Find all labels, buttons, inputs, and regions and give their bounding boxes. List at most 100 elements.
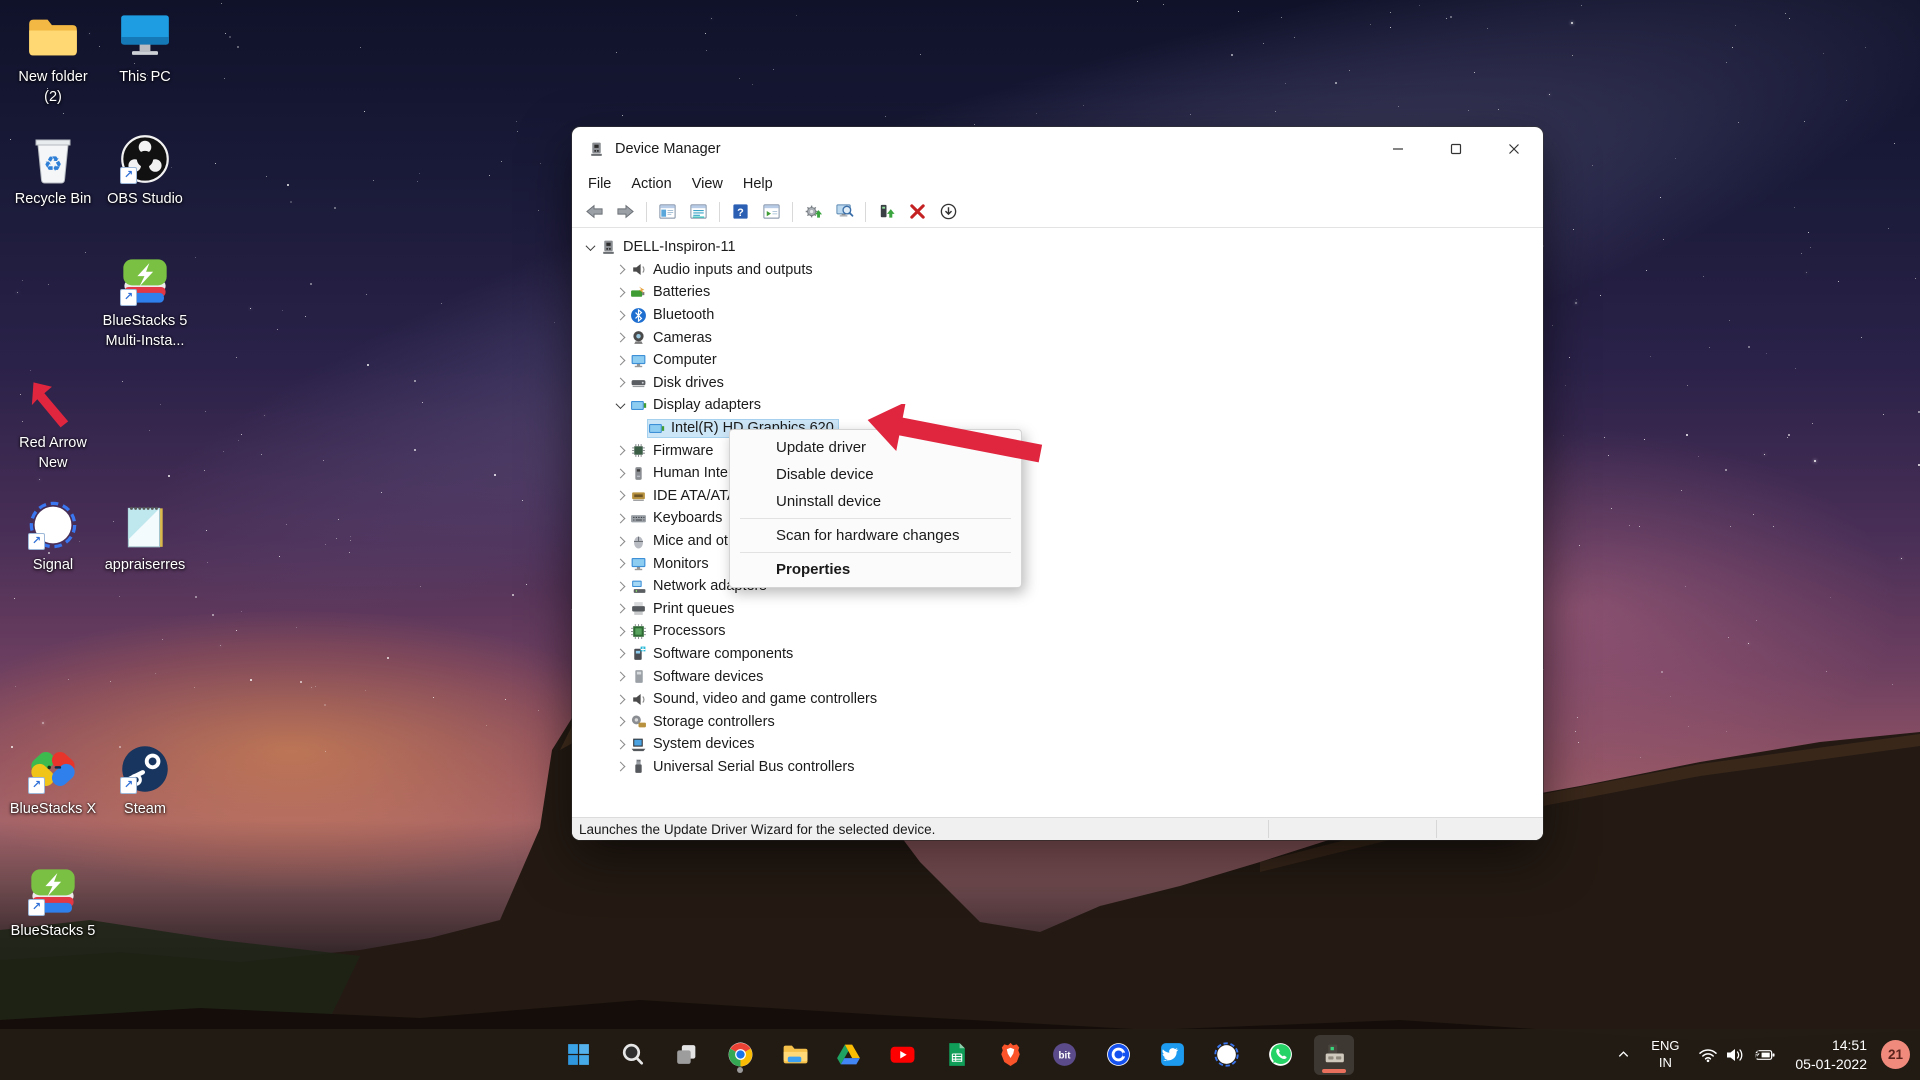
taskbar-file-explorer-button[interactable] — [774, 1035, 814, 1075]
context-menu-disable-device[interactable]: Disable device — [730, 461, 1021, 488]
taskbar-chrome-button[interactable] — [720, 1035, 760, 1075]
chevron-collapsed-icon[interactable] — [610, 510, 630, 526]
desktop-icon-obs-studio[interactable]: ↗ OBS Studio — [100, 132, 190, 209]
chevron-collapsed-icon[interactable] — [610, 262, 630, 278]
chevron-collapsed-icon[interactable] — [610, 284, 630, 300]
tree-item[interactable]: Network adapters — [572, 575, 1543, 598]
desktop-icon-bluestacks-5[interactable]: ↗ BlueStacks 5 — [8, 864, 98, 941]
desktop-icon-this-pc[interactable]: This PC — [100, 10, 190, 87]
desktop-icon-signal[interactable]: ↗ Signal — [8, 498, 98, 575]
close-button[interactable] — [1485, 129, 1543, 169]
tree-item[interactable]: Storage controllers — [572, 710, 1543, 733]
tree-item[interactable]: Bluetooth — [572, 304, 1543, 327]
tree-item[interactable]: Keyboards — [572, 507, 1543, 530]
tree-item[interactable]: Monitors — [572, 552, 1543, 575]
clock[interactable]: 14:51 05-01-2022 — [1795, 1036, 1867, 1072]
chevron-expanded-icon[interactable] — [610, 397, 630, 413]
tree-item[interactable]: Sound, video and game controllers — [572, 688, 1543, 711]
desktop-icon-new-folder-2[interactable]: New folder (2) — [8, 10, 98, 108]
taskbar-twitter-button[interactable] — [1152, 1035, 1192, 1075]
toolbar-device-update-button[interactable] — [872, 199, 901, 224]
context-menu-update-driver[interactable]: Update driver — [730, 434, 1021, 461]
toolbar-back-button[interactable] — [580, 199, 609, 224]
tree-item[interactable]: Software devices — [572, 665, 1543, 688]
tree-item[interactable]: Print queues — [572, 598, 1543, 621]
taskbar-signal-button[interactable] — [1206, 1035, 1246, 1075]
desktop-icon-appraiserres[interactable]: appraiserres — [100, 498, 190, 575]
taskbar-coinbase-button[interactable] — [1098, 1035, 1138, 1075]
taskbar-start-button[interactable] — [558, 1035, 598, 1075]
chevron-collapsed-icon[interactable] — [610, 691, 630, 707]
tree-item[interactable]: Human Interface Devices — [572, 462, 1543, 485]
toolbar-console-panel-button[interactable] — [653, 199, 682, 224]
menu-help[interactable]: Help — [733, 176, 783, 192]
toolbar-disable-device-button[interactable] — [934, 199, 963, 224]
tree-item[interactable]: Computer — [572, 349, 1543, 372]
tree-item[interactable]: DELL-Inspiron-11 — [572, 236, 1543, 259]
chevron-collapsed-icon[interactable] — [610, 669, 630, 685]
chevron-collapsed-icon[interactable] — [610, 352, 630, 368]
desktop-icon-recycle-bin[interactable]: ♻ Recycle Bin — [8, 132, 98, 209]
taskbar-device-manager-button[interactable] — [1314, 1034, 1355, 1075]
notification-badge[interactable]: 21 — [1881, 1040, 1910, 1069]
toolbar-show-window-button[interactable] — [757, 199, 786, 224]
maximize-button[interactable] — [1427, 129, 1485, 169]
taskbar-google-drive-button[interactable] — [828, 1035, 868, 1075]
desktop-icon-bluestacks5-multi[interactable]: ↗ BlueStacks 5 Multi-Insta... — [100, 254, 190, 352]
tray-status-icons[interactable] — [1692, 1046, 1781, 1063]
tree-item[interactable]: Intel(R) HD Graphics 620 — [572, 417, 1543, 440]
tray-chevron-up-icon[interactable] — [1608, 1035, 1638, 1075]
tree-item[interactable]: Batteries — [572, 281, 1543, 304]
toolbar-forward-button[interactable] — [611, 199, 640, 224]
chevron-collapsed-icon[interactable] — [610, 601, 630, 617]
toolbar-scan-hardware-button[interactable] — [830, 199, 859, 224]
chevron-collapsed-icon[interactable] — [610, 533, 630, 549]
tree-item[interactable]: Universal Serial Bus controllers — [572, 756, 1543, 779]
chevron-collapsed-icon[interactable] — [610, 623, 630, 639]
tree-item[interactable]: Disk drives — [572, 372, 1543, 395]
chevron-collapsed-icon[interactable] — [610, 488, 630, 504]
chevron-collapsed-icon[interactable] — [610, 443, 630, 459]
tree-item[interactable]: Software components — [572, 643, 1543, 666]
tree-item[interactable]: Display adapters — [572, 394, 1543, 417]
taskbar-task-view-button[interactable] — [666, 1035, 706, 1075]
menu-view[interactable]: View — [682, 176, 733, 192]
chevron-collapsed-icon[interactable] — [610, 646, 630, 662]
chevron-collapsed-icon[interactable] — [610, 759, 630, 775]
menu-file[interactable]: File — [578, 176, 621, 192]
tree-item[interactable]: Cameras — [572, 326, 1543, 349]
tree-item[interactable]: Mice and other pointing devices — [572, 530, 1543, 553]
taskbar-search-button[interactable] — [612, 1035, 652, 1075]
chevron-collapsed-icon[interactable] — [610, 465, 630, 481]
taskbar-google-sheets-button[interactable] — [936, 1035, 976, 1075]
menu-action[interactable]: Action — [621, 176, 681, 192]
tree-item[interactable]: Audio inputs and outputs — [572, 259, 1543, 282]
chevron-collapsed-icon[interactable] — [610, 578, 630, 594]
tree-item[interactable]: Firmware — [572, 439, 1543, 462]
taskbar-brave-button[interactable] — [990, 1035, 1030, 1075]
context-menu-uninstall-device[interactable]: Uninstall device — [730, 488, 1021, 515]
context-menu-properties[interactable]: Properties — [730, 556, 1021, 583]
toolbar-uninstall-device-button[interactable] — [903, 199, 932, 224]
language-indicator[interactable]: ENG IN — [1644, 1038, 1686, 1071]
tree-item[interactable]: System devices — [572, 733, 1543, 756]
tree-item[interactable]: Processors — [572, 620, 1543, 643]
desktop-icon-steam[interactable]: ↗ Steam — [100, 742, 190, 819]
minimize-button[interactable] — [1369, 129, 1427, 169]
taskbar-bit-app-button[interactable]: bit — [1044, 1035, 1084, 1075]
taskbar-youtube-button[interactable] — [882, 1035, 922, 1075]
desktop-icon-red-arrow-new[interactable]: Red Arrow New — [8, 376, 98, 474]
chevron-collapsed-icon[interactable] — [610, 330, 630, 346]
desktop-icon-bluestacks-x[interactable]: ↗ BlueStacks X — [8, 742, 98, 819]
toolbar-update-driver-button[interactable] — [799, 199, 828, 224]
chevron-collapsed-icon[interactable] — [610, 736, 630, 752]
taskbar-whatsapp-button[interactable] — [1260, 1035, 1300, 1075]
chevron-collapsed-icon[interactable] — [610, 556, 630, 572]
toolbar-help-button[interactable]: ? — [726, 199, 755, 224]
chevron-collapsed-icon[interactable] — [610, 375, 630, 391]
context-menu-scan-for-hardware-changes[interactable]: Scan for hardware changes — [730, 522, 1021, 549]
chevron-collapsed-icon[interactable] — [610, 714, 630, 730]
chevron-collapsed-icon[interactable] — [610, 307, 630, 323]
toolbar-properties-button[interactable] — [684, 199, 713, 224]
chevron-expanded-icon[interactable] — [580, 239, 600, 255]
